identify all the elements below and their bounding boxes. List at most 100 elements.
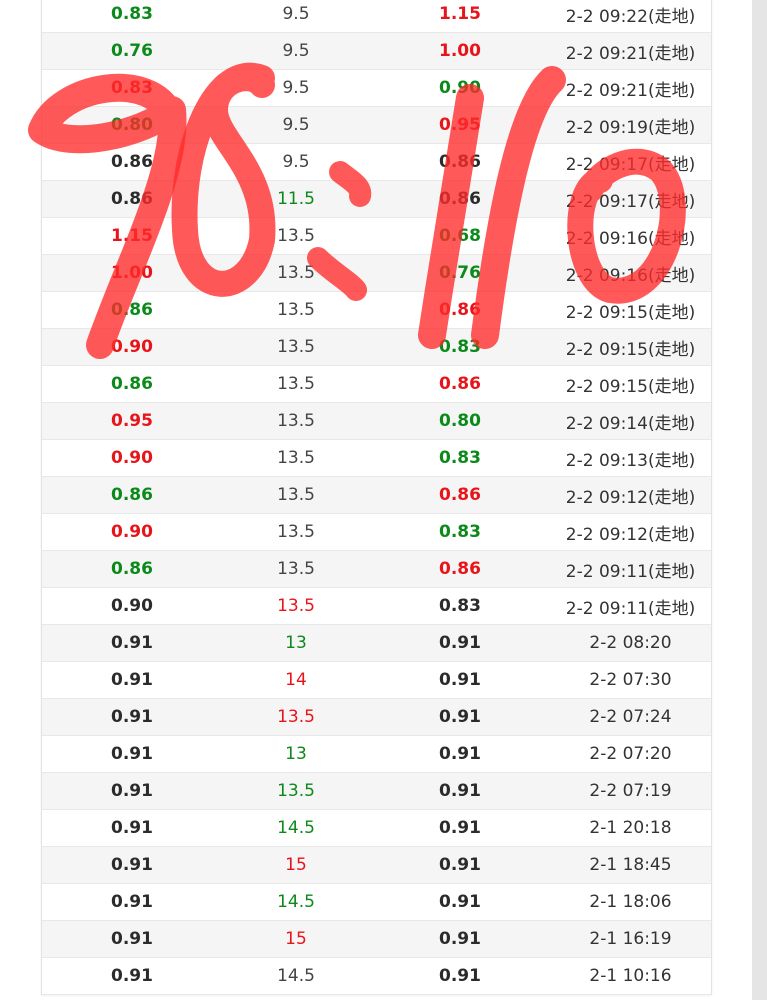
table-row: 0.80 9.5 0.95 2-2 09:19(走地) <box>42 107 711 144</box>
handicap-cell: 13.5 <box>277 448 315 468</box>
handicap-cell: 9.5 <box>282 115 310 135</box>
table-row: 0.91 14 0.91 2-2 07:30 <box>42 662 711 699</box>
time-cell: 2-2 09:12(走地) <box>565 524 696 545</box>
handicap-cell: 13.5 <box>277 559 315 579</box>
handicap-cell: 13.5 <box>277 263 315 283</box>
home-odds-cell: 0.91 <box>111 929 153 949</box>
time-cell: 2-2 09:11(走地) <box>565 598 696 619</box>
time-cell: 2-1 16:19 <box>589 929 672 949</box>
handicap-cell: 11.5 <box>277 189 315 209</box>
away-odds-cell: 0.80 <box>439 411 481 431</box>
away-odds-cell: 0.76 <box>439 263 481 283</box>
table-row: 0.95 13.5 0.80 2-2 09:14(走地) <box>42 403 711 440</box>
table-row: 0.86 13.5 0.86 2-2 09:15(走地) <box>42 292 711 329</box>
time-cell: 2-2 08:20 <box>589 633 672 653</box>
time-cell: 2-2 09:19(走地) <box>565 117 696 138</box>
table-row: 0.90 13.5 0.83 2-2 09:15(走地) <box>42 329 711 366</box>
home-odds-cell: 0.90 <box>111 522 153 542</box>
home-odds-cell: 0.86 <box>111 374 153 394</box>
time-cell: 2-2 09:15(走地) <box>565 339 696 360</box>
home-odds-cell: 0.91 <box>111 633 153 653</box>
handicap-cell: 13 <box>285 633 307 653</box>
home-odds-cell: 0.91 <box>111 855 153 875</box>
table-row: 0.91 14.5 0.91 2-1 10:16 <box>42 958 711 995</box>
table-row: 0.91 15 0.91 2-1 18:45 <box>42 847 711 884</box>
home-odds-cell: 0.86 <box>111 300 153 320</box>
time-cell: 2-2 09:11(走地) <box>565 561 696 582</box>
table-row: 0.86 11.5 0.86 2-2 09:17(走地) <box>42 181 711 218</box>
home-odds-cell: 0.83 <box>111 78 153 98</box>
home-odds-cell: 0.83 <box>111 4 153 24</box>
table-row: 1.15 13.5 0.68 2-2 09:16(走地) <box>42 218 711 255</box>
home-odds-cell: 0.91 <box>111 892 153 912</box>
away-odds-cell: 0.91 <box>439 892 481 912</box>
scrollbar[interactable] <box>752 0 767 1000</box>
away-odds-cell: 0.86 <box>439 189 481 209</box>
home-odds-cell: 1.00 <box>111 263 153 283</box>
away-odds-cell: 0.91 <box>439 744 481 764</box>
away-odds-cell: 0.91 <box>439 670 481 690</box>
home-odds-cell: 0.91 <box>111 670 153 690</box>
away-odds-cell: 0.95 <box>439 115 481 135</box>
time-cell: 2-2 09:17(走地) <box>565 191 696 212</box>
home-odds-cell: 0.95 <box>111 411 153 431</box>
home-odds-cell: 0.90 <box>111 337 153 357</box>
handicap-cell: 13.5 <box>277 596 315 616</box>
handicap-cell: 13.5 <box>277 485 315 505</box>
handicap-cell: 13.5 <box>277 226 315 246</box>
odds-history-table: 0.83 9.5 1.15 2-2 09:22(走地) 0.76 9.5 1.00 2-2 0… <box>41 0 712 995</box>
handicap-cell: 14.5 <box>277 818 315 838</box>
away-odds-cell: 0.86 <box>439 300 481 320</box>
handicap-cell: 13.5 <box>277 300 315 320</box>
time-cell: 2-2 09:22(走地) <box>565 6 696 27</box>
away-odds-cell: 0.91 <box>439 707 481 727</box>
away-odds-cell: 1.00 <box>439 41 481 61</box>
home-odds-cell: 0.91 <box>111 707 153 727</box>
away-odds-cell: 0.83 <box>439 448 481 468</box>
away-odds-cell: 0.68 <box>439 226 481 246</box>
time-cell: 2-2 07:24 <box>589 707 672 727</box>
handicap-cell: 13.5 <box>277 374 315 394</box>
time-cell: 2-2 07:19 <box>589 781 672 801</box>
table-row: 0.86 9.5 0.86 2-2 09:17(走地) <box>42 144 711 181</box>
home-odds-cell: 0.91 <box>111 744 153 764</box>
time-cell: 2-2 09:14(走地) <box>565 413 696 434</box>
handicap-cell: 15 <box>285 855 307 875</box>
table-row: 0.91 13 0.91 2-2 07:20 <box>42 736 711 773</box>
time-cell: 2-2 09:12(走地) <box>565 487 696 508</box>
home-odds-cell: 0.86 <box>111 189 153 209</box>
home-odds-cell: 0.86 <box>111 152 153 172</box>
handicap-cell: 15 <box>285 929 307 949</box>
time-cell: 2-2 09:13(走地) <box>565 450 696 471</box>
table-row: 0.76 9.5 1.00 2-2 09:21(走地) <box>42 33 711 70</box>
time-cell: 2-2 09:21(走地) <box>565 43 696 64</box>
home-odds-cell: 0.90 <box>111 448 153 468</box>
away-odds-cell: 0.86 <box>439 152 481 172</box>
away-odds-cell: 0.91 <box>439 966 481 986</box>
table-row: 0.90 13.5 0.83 2-2 09:12(走地) <box>42 514 711 551</box>
handicap-cell: 14 <box>285 670 307 690</box>
home-odds-cell: 0.91 <box>111 781 153 801</box>
time-cell: 2-2 07:20 <box>589 744 672 764</box>
table-row: 0.86 13.5 0.86 2-2 09:11(走地) <box>42 551 711 588</box>
handicap-cell: 14.5 <box>277 966 315 986</box>
home-odds-cell: 0.76 <box>111 41 153 61</box>
away-odds-cell: 0.90 <box>439 78 481 98</box>
time-cell: 2-2 09:15(走地) <box>565 376 696 397</box>
time-cell: 2-2 07:30 <box>589 670 672 690</box>
handicap-cell: 14.5 <box>277 892 315 912</box>
home-odds-cell: 0.86 <box>111 485 153 505</box>
table-row: 0.90 13.5 0.83 2-2 09:13(走地) <box>42 440 711 477</box>
time-cell: 2-2 09:17(走地) <box>565 154 696 175</box>
time-cell: 2-1 10:16 <box>589 966 672 986</box>
handicap-cell: 13 <box>285 744 307 764</box>
time-cell: 2-2 09:16(走地) <box>565 265 696 286</box>
table-row: 0.91 13.5 0.91 2-2 07:24 <box>42 699 711 736</box>
time-cell: 2-2 09:16(走地) <box>565 228 696 249</box>
away-odds-cell: 0.83 <box>439 596 481 616</box>
handicap-cell: 13.5 <box>277 337 315 357</box>
time-cell: 2-1 20:18 <box>589 818 672 838</box>
away-odds-cell: 0.83 <box>439 337 481 357</box>
away-odds-cell: 0.83 <box>439 522 481 542</box>
handicap-cell: 9.5 <box>282 4 310 24</box>
